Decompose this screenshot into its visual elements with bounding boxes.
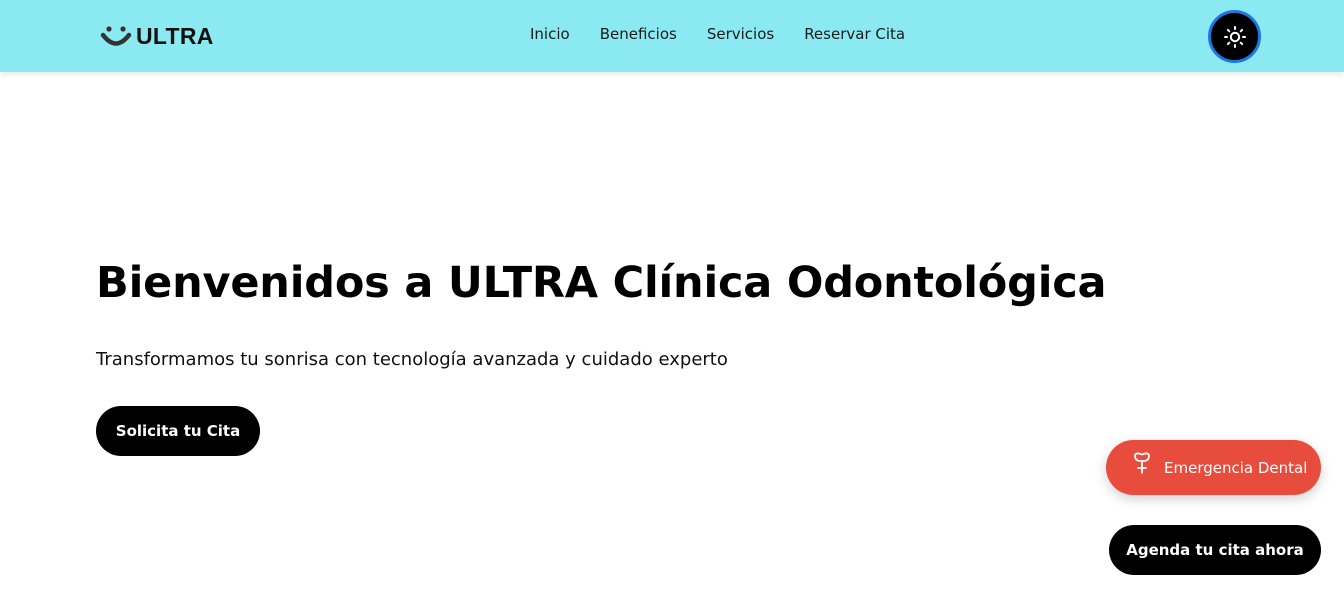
sun-icon xyxy=(1223,25,1246,48)
hero-title: Bienvenidos a ULTRA Clínica Odontológica xyxy=(96,258,1107,308)
brand-name: ULTRA xyxy=(136,22,214,49)
navbar: ULTRA Inicio Beneficios Servicios Reserv… xyxy=(0,0,1344,72)
emergency-dental-button[interactable]: Emergencia Dental xyxy=(1106,440,1321,495)
theme-toggle-button[interactable] xyxy=(1208,10,1261,63)
nav-link-reservar-cita[interactable]: Reservar Cita xyxy=(804,25,905,43)
request-appointment-button[interactable]: Solicita tu Cita xyxy=(96,406,260,456)
nav-link-servicios[interactable]: Servicios xyxy=(707,25,774,43)
nav-links: Inicio Beneficios Servicios Reservar Cit… xyxy=(530,24,905,43)
nav-item-beneficios: Beneficios xyxy=(600,24,677,43)
brand-logo[interactable]: ULTRA xyxy=(100,22,214,50)
hero-subtitle: Transformamos tu sonrisa con tecnología … xyxy=(96,349,728,370)
emergency-label: Emergencia Dental xyxy=(1164,458,1308,477)
nav-item-servicios: Servicios xyxy=(707,24,774,43)
nav-item-inicio: Inicio xyxy=(530,24,570,43)
nav-link-beneficios[interactable]: Beneficios xyxy=(600,25,677,43)
smile-icon xyxy=(100,26,132,46)
schedule-now-button[interactable]: Agenda tu cita ahora xyxy=(1109,525,1321,575)
nav-item-reservar-cita: Reservar Cita xyxy=(804,24,905,43)
tooth-icon xyxy=(1134,452,1150,474)
nav-link-inicio[interactable]: Inicio xyxy=(530,25,570,43)
